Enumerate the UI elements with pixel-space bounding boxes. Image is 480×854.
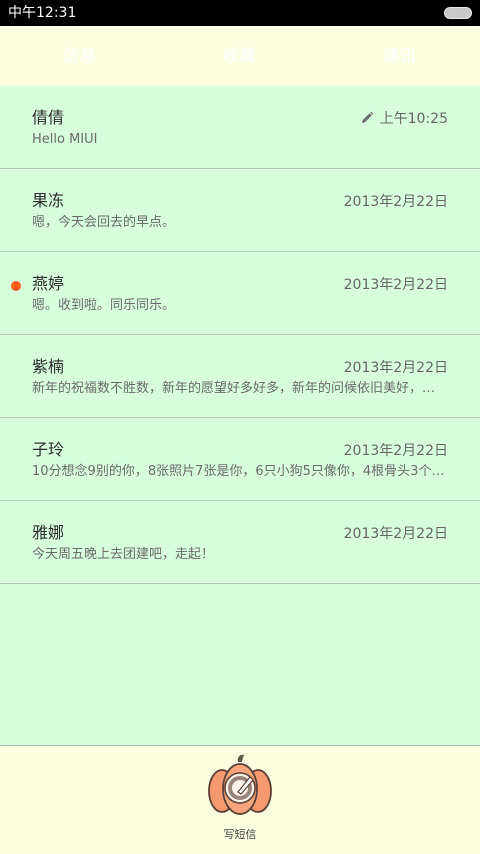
thread-date: 2013年2月22日 — [343, 360, 448, 376]
thread-date: 2013年2月22日 — [343, 526, 448, 542]
thread-item[interactable]: 雅娜 2013年2月22日 今天周五晚上去团建吧，走起！ — [0, 501, 480, 584]
thread-item[interactable]: 果冻 2013年2月22日 嗯，今天会回去的早点。 — [0, 169, 480, 252]
thread-date: 上午10:25 — [379, 111, 448, 127]
message-snippet: 新年的祝福数不胜数，新年的愿望好多好多，新年的问候依旧美好，新年的钟声即将敲响 — [32, 381, 446, 396]
thread-list: 倩倩 上午10:25 Hello MIUI 果冻 2013年2月22日 嗯，今天… — [0, 86, 480, 584]
status-bar: 中午12:31 — [0, 0, 480, 26]
thread-item[interactable]: 子玲 2013年2月22日 10分想念9别的你，8张照片7张是你，6只小狗5只像… — [0, 418, 480, 501]
tab-contacts[interactable]: 通讯 — [320, 26, 480, 86]
tab-favorites[interactable]: 收藏 — [160, 26, 320, 86]
message-snippet: 今天周五晚上去团建吧，走起！ — [32, 547, 215, 562]
thread-date: 2013年2月22日 — [343, 277, 448, 293]
tab-bar: 信息 收藏 通讯 — [0, 26, 480, 86]
bottom-bar: 写短信 — [0, 745, 480, 854]
thread-item[interactable]: 紫楠 2013年2月22日 新年的祝福数不胜数，新年的愿望好多好多，新年的问候依… — [0, 335, 480, 418]
pencil-icon — [362, 111, 374, 123]
thread-item[interactable]: 燕婷 2013年2月22日 嗯。收到啦。同乐同乐。 — [0, 252, 480, 335]
battery-icon — [444, 7, 472, 19]
compose-label: 写短信 — [223, 828, 257, 841]
contact-name: 紫楠 — [32, 357, 65, 376]
thread-item[interactable]: 倩倩 上午10:25 Hello MIUI — [0, 86, 480, 169]
message-snippet: 10分想念9别的你，8张照片7张是你，6只小狗5只像你，4根骨头3个都给你 — [32, 464, 446, 479]
compose-button[interactable]: 写短信 — [200, 752, 280, 848]
contact-name: 果冻 — [32, 191, 65, 210]
unread-dot-icon — [11, 281, 21, 291]
message-snippet: 嗯。收到啦。同乐同乐。 — [32, 298, 176, 313]
contact-name: 雅娜 — [32, 523, 65, 542]
tab-messages[interactable]: 信息 — [0, 26, 160, 86]
contact-name: 燕婷 — [32, 274, 65, 293]
status-time: 中午12:31 — [8, 5, 77, 21]
pumpkin-compose-icon — [208, 754, 272, 815]
thread-date: 2013年2月22日 — [343, 443, 448, 459]
message-snippet: 嗯，今天会回去的早点。 — [32, 215, 176, 230]
thread-date: 2013年2月22日 — [343, 194, 448, 210]
contact-name: 子玲 — [32, 440, 65, 459]
contact-name: 倩倩 — [32, 108, 65, 127]
message-snippet: Hello MIUI — [32, 132, 98, 147]
